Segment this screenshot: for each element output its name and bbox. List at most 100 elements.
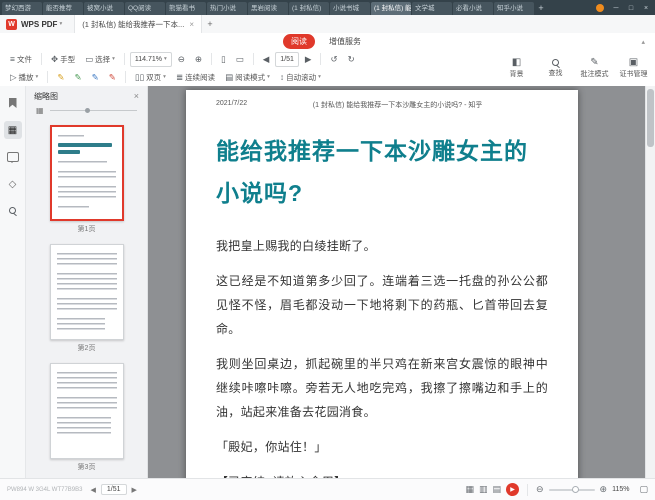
certificate-manage-button[interactable]: ▣ 证书管理 — [614, 51, 653, 85]
file-menu-button[interactable]: ≡ 文件 — [6, 52, 36, 67]
zoom-out-button[interactable]: ⊖ — [174, 52, 189, 67]
previous-page-button[interactable]: ◀ — [259, 52, 274, 67]
scrollbar-thumb[interactable] — [647, 89, 654, 147]
article-title: 能给我推荐一下本沙雕女主的 小说吗? — [216, 130, 548, 214]
select-tool-label: 选择 — [95, 54, 110, 65]
collapse-ribbon-icon[interactable]: ▴ — [641, 38, 645, 46]
doc-strip-tab[interactable]: 必看小说 — [453, 2, 493, 15]
rotate-right-button[interactable]: ↻ — [344, 52, 359, 67]
doc-strip-tab[interactable]: 知乎小说 — [494, 2, 534, 15]
blue-pen-icon: ✎ — [92, 72, 99, 83]
highlight-pen-icon: ✎ — [57, 72, 64, 83]
annotate-mode-button[interactable]: ✎ 批注模式 — [575, 51, 614, 85]
chevron-down-icon[interactable]: ▾ — [59, 21, 62, 27]
doc-strip-tab[interactable]: 热门小说 — [207, 2, 247, 15]
previous-page-button[interactable]: ◀ — [90, 486, 95, 494]
continuous-icon: ≣ — [176, 72, 183, 83]
new-document-button[interactable]: + — [202, 19, 218, 29]
page-thumbnail-3[interactable] — [50, 363, 124, 459]
fullscreen-icon[interactable]: ▢ — [639, 484, 648, 495]
blue-pen-button[interactable]: ✎ — [88, 70, 103, 85]
tab-value-services[interactable]: 增值服务 — [321, 34, 369, 49]
thumbnail-list: 第1页 第2页 第3页 — [26, 121, 147, 478]
paragraph: 「殿妃，你站住！」 — [216, 435, 548, 459]
auto-scroll-button[interactable]: ↕ 自动滚动 ▾ — [276, 70, 325, 85]
document-view[interactable]: 2021/7/22 (1 封私信) 能给我推荐一下本沙雕女主的小说吗? - 知乎… — [148, 86, 655, 478]
doc-strip-tab[interactable]: QQ阅读 — [125, 2, 165, 15]
comments-panel-button[interactable] — [4, 148, 22, 166]
background-button[interactable]: ◧ 背景 — [497, 51, 536, 85]
fit-page-button[interactable]: ▭ — [232, 52, 248, 67]
doc-strip-tab[interactable]: 被窝小说 — [84, 2, 124, 15]
next-page-button[interactable]: ▶ — [301, 52, 316, 67]
page-thumbnail-1[interactable] — [50, 125, 124, 221]
divider — [320, 53, 321, 65]
single-page-view-button[interactable]: ▦ — [465, 484, 474, 495]
hand-tool-button[interactable]: ✥ 手型 — [47, 52, 79, 67]
zoom-in-button[interactable]: ⊕ — [191, 52, 206, 67]
rotate-right-icon: ↻ — [348, 54, 355, 65]
close-document-icon[interactable]: × — [189, 20, 194, 29]
divider — [211, 53, 212, 65]
find-button[interactable]: 查找 — [536, 51, 575, 85]
vertical-scrollbar[interactable] — [645, 86, 655, 478]
thumbnail-size-slider[interactable] — [50, 110, 137, 111]
zoom-level-select[interactable]: 114.71% ▾ — [130, 52, 172, 67]
slider-handle[interactable] — [85, 108, 90, 113]
document-tab-title: (1 封私信) 能给我推荐一下本... — [82, 19, 184, 30]
red-pen-button[interactable]: ✎ — [105, 70, 120, 85]
page-thumbnail-2[interactable] — [50, 244, 124, 340]
doc-strip-tab[interactable]: (1 封私信) — [289, 2, 329, 15]
highlight-pen-button[interactable]: ✎ — [53, 70, 68, 85]
page-number-input[interactable]: 1/51 — [101, 484, 127, 495]
zoom-slider[interactable] — [549, 489, 595, 491]
active-document-tab[interactable]: (1 封私信) 能给我推荐一下本... × — [74, 15, 202, 33]
zoom-out-icon: ⊖ — [178, 54, 185, 65]
doc-strip-tab[interactable]: 小说书城 — [330, 2, 370, 15]
doc-strip-tab[interactable]: 文学城 — [412, 2, 452, 15]
thumbnail-view-icon[interactable]: ▦ — [36, 106, 44, 115]
page-header-text: (1 封私信) 能给我推荐一下本沙雕女主的小说吗? - 知乎 — [247, 100, 548, 110]
next-page-icon: ▶ — [305, 54, 312, 65]
zoom-percentage[interactable]: 115% — [612, 486, 629, 493]
outline-panel-button[interactable] — [4, 94, 22, 112]
presentation-play-button[interactable]: ▶ — [506, 483, 519, 496]
doc-strip-tab[interactable]: 能否推荐 — [43, 2, 83, 15]
read-aloud-play-button[interactable]: ▷ 播放 ▾ — [6, 70, 42, 85]
zoom-slider-handle[interactable] — [572, 486, 579, 493]
green-pen-button[interactable]: ✎ — [70, 70, 85, 85]
zoom-out-button[interactable]: ⊖ — [536, 484, 544, 495]
wps-logo[interactable]: W — [6, 19, 17, 30]
maximize-button[interactable]: □ — [624, 2, 638, 15]
attachments-panel-button[interactable]: ◇ — [4, 175, 22, 193]
new-tab-button[interactable]: + — [535, 2, 547, 15]
thumbnail-panel-header: 缩略图 × — [26, 86, 147, 106]
close-panel-icon[interactable]: × — [134, 91, 139, 101]
double-page-view-button[interactable]: ▥ — [479, 484, 488, 495]
search-panel-button[interactable] — [4, 202, 22, 220]
pdf-page[interactable]: 2021/7/22 (1 封私信) 能给我推荐一下本沙雕女主的小说吗? - 知乎… — [186, 90, 578, 478]
doc-strip-tab[interactable]: 熊猫看书 — [166, 2, 206, 15]
doc-strip-tab[interactable]: 梦幻西游 — [2, 2, 42, 15]
doc-strip-tab-active[interactable]: (1 封私信) 能… — [371, 2, 411, 15]
double-page-button[interactable]: ▯▯ 双页 ▾ — [131, 70, 170, 85]
continuous-view-button[interactable]: ▤ — [492, 484, 501, 495]
doc-strip-tab[interactable]: 黑岩阅读 — [248, 2, 288, 15]
thumbnails-panel-button[interactable]: ▦ — [4, 121, 22, 139]
close-window-button[interactable]: × — [639, 2, 653, 15]
chevron-down-icon: ▾ — [36, 74, 39, 80]
zoom-in-button[interactable]: ⊕ — [600, 484, 608, 495]
next-page-button[interactable]: ▶ — [132, 486, 137, 494]
minimize-button[interactable]: ─ — [609, 2, 623, 15]
fit-width-button[interactable]: ▯ — [217, 52, 230, 67]
read-mode-button[interactable]: ▤ 阅读模式 ▾ — [221, 70, 274, 85]
select-tool-button[interactable]: ▭ 选择 ▾ — [81, 52, 119, 67]
tab-reading[interactable]: 阅读 — [283, 34, 315, 49]
rotate-left-button[interactable]: ↺ — [326, 52, 341, 67]
fit-page-icon: ▭ — [236, 54, 244, 65]
continuous-reading-button[interactable]: ≣ 连续阅读 — [172, 70, 219, 85]
page-number-input[interactable]: 1/51 — [275, 52, 299, 67]
divider — [253, 53, 254, 65]
play-icon: ▶ — [510, 486, 515, 493]
user-avatar[interactable] — [596, 4, 604, 12]
